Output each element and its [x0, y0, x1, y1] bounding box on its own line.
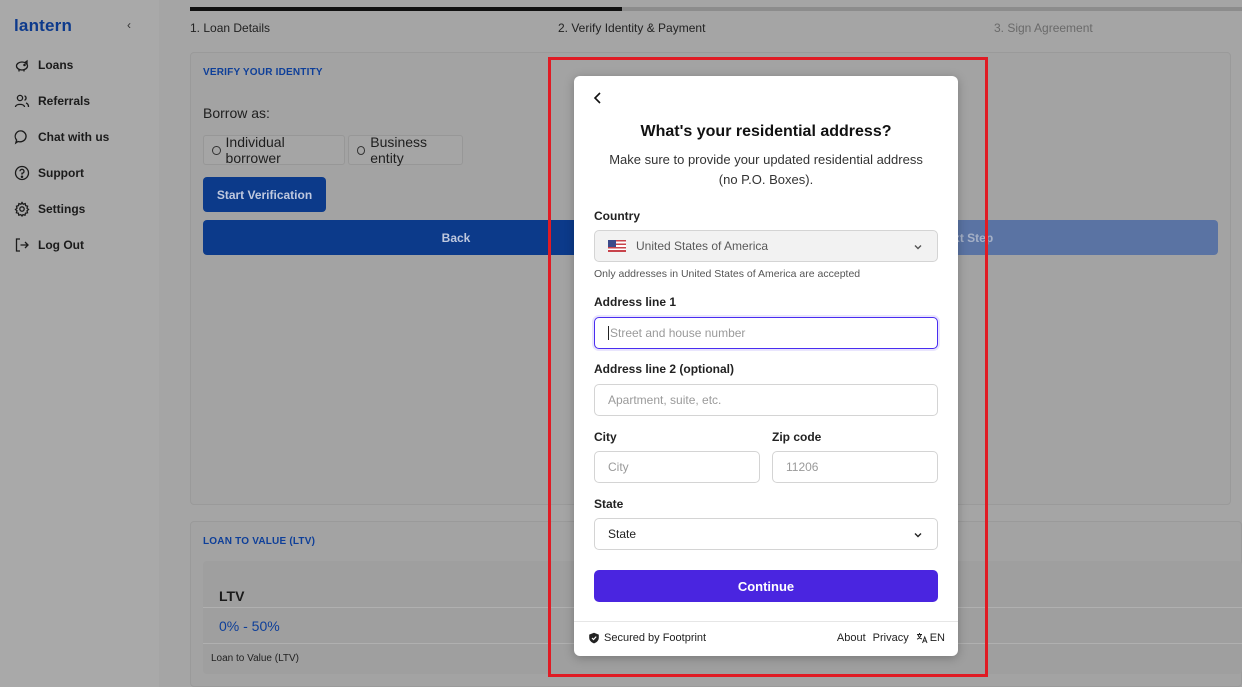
- option-label: Individual borrower: [225, 134, 285, 166]
- step-verify-identity: 2. Verify Identity & Payment: [558, 21, 706, 35]
- sidebar-item-loans[interactable]: Loans: [14, 55, 73, 75]
- sidebar-item-support[interactable]: Support: [14, 163, 84, 183]
- sidebar-item-label: Chat with us: [38, 130, 110, 144]
- users-icon: [14, 94, 30, 108]
- ltv-label: LTV: [219, 588, 245, 604]
- ltv-value: 0% - 50%: [219, 618, 280, 634]
- sidebar-item-chat[interactable]: Chat with us: [14, 127, 109, 147]
- option-individual-borrower[interactable]: Individual borrower: [203, 134, 345, 166]
- logout-icon: [15, 238, 29, 252]
- chat-icon: [14, 130, 27, 145]
- borrow-as-label: Borrow as:: [203, 105, 270, 121]
- ltv-title: LOAN TO VALUE (LTV): [203, 536, 316, 547]
- progress-fill: [190, 7, 622, 11]
- verify-identity-title: VERIFY YOUR IDENTITY: [203, 67, 323, 78]
- step-sign-agreement: 3. Sign Agreement: [994, 21, 1093, 35]
- sidebar-item-label: Loans: [38, 58, 74, 72]
- highlight-box: [548, 57, 988, 677]
- sidebar-item-label: Settings: [38, 202, 86, 216]
- step-loan-details: 1. Loan Details: [190, 21, 271, 35]
- ltv-sub-label: Loan to Value (LTV): [211, 653, 300, 664]
- sidebar-item-logout[interactable]: Log Out: [14, 235, 84, 255]
- sidebar-item-referrals[interactable]: Referrals: [14, 91, 90, 111]
- app-logo[interactable]: lantern: [14, 16, 72, 36]
- sidebar-item-settings[interactable]: Settings: [14, 199, 85, 219]
- start-verification-button[interactable]: Start Verification: [203, 177, 326, 212]
- sidebar: lantern ‹ Loans Referrals Chat with us S…: [0, 0, 159, 687]
- gear-icon: [14, 201, 30, 217]
- radio-icon: [212, 145, 221, 155]
- help-circle-icon: [14, 165, 30, 181]
- option-label: Business entity: [370, 134, 428, 166]
- sidebar-item-label: Referrals: [38, 94, 91, 108]
- collapse-sidebar-icon[interactable]: ‹: [127, 18, 131, 32]
- option-business-entity[interactable]: Business entity: [348, 134, 463, 166]
- radio-icon: [357, 145, 366, 155]
- sidebar-item-label: Support: [38, 166, 84, 180]
- sidebar-item-label: Log Out: [38, 238, 84, 252]
- piggy-bank-icon: [15, 59, 29, 72]
